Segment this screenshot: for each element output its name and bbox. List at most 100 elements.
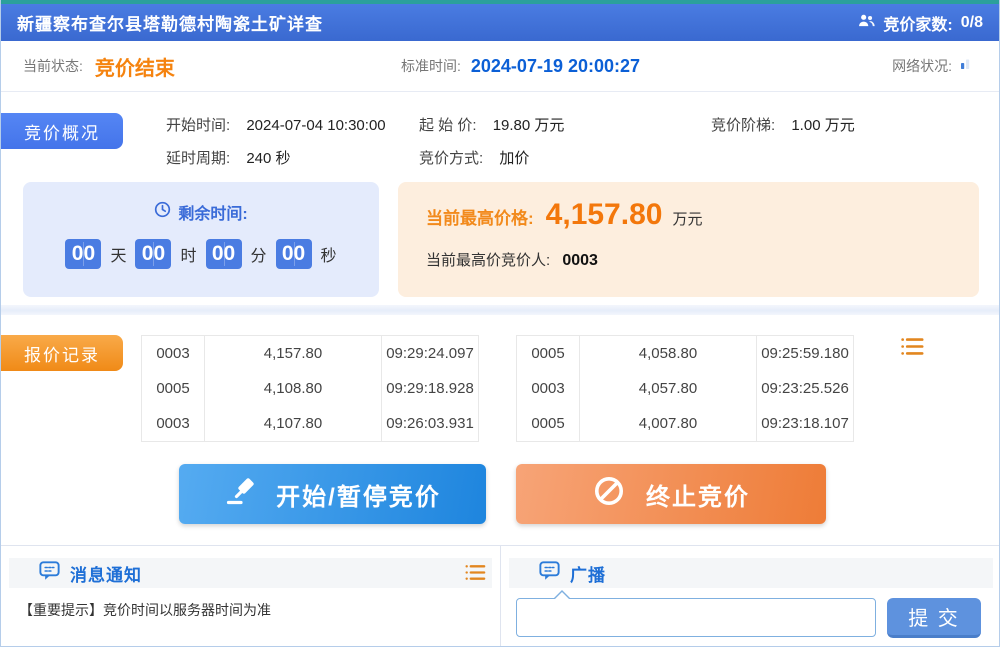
bid-cell: 09:26:03.931 (382, 406, 478, 441)
bid-cell: 09:25:59.180 (757, 336, 853, 371)
message-notice-title: 消息通知 (70, 561, 142, 586)
standard-time: 标准时间: 2024-07-19 20:00:27 (401, 41, 640, 91)
tab-bid-records: 报价记录 (1, 335, 123, 371)
bid-cell: 4,108.80 (205, 371, 382, 406)
broadcast-input-wrapper (516, 598, 876, 637)
message-notice-panel: 消息通知 【重要提示】竞价时间以服务器时间为准 (1, 546, 501, 647)
countdown-days-unit: 天 (110, 242, 126, 266)
broadcast-header: 广播 (509, 558, 993, 588)
bid-cell: 09:23:25.526 (757, 371, 853, 406)
bid-cell: 0003 (142, 406, 205, 441)
bid-records-section: 报价记录 0003 4,157.80 09:29:24.097 0005 4,1… (1, 315, 999, 545)
bid-cell: 09:23:18.107 (757, 406, 853, 441)
highest-price-unit: 万元 (672, 208, 702, 229)
countdown-minutes: 00 (206, 239, 242, 269)
field-bid-mode: 竞价方式: 加价 (419, 147, 529, 168)
message-notice-list-button[interactable] (465, 564, 486, 581)
countdown-days: 00 (65, 239, 101, 269)
highest-bidder-line: 当前最高价竞价人: 0003 (426, 249, 979, 270)
bid-cell: 4,007.80 (580, 406, 757, 441)
bidder-count: 竞价家数: 0/8 (858, 11, 983, 35)
field-bid-increment-label: 竞价阶梯: (711, 117, 775, 134)
start-pause-bid-button[interactable]: 开始/暂停竞价 (179, 464, 486, 524)
standard-time-value: 2024-07-19 20:00:27 (471, 56, 640, 77)
bid-cell: 0005 (517, 406, 580, 441)
title-bar: 新疆察布查尔县塔勒德村陶瓷土矿详查 竞价家数: 0/8 (1, 4, 999, 41)
standard-time-label: 标准时间: (401, 56, 461, 76)
start-pause-bid-label: 开始/暂停竞价 (276, 477, 441, 512)
broadcast-panel: 广播 提 交 (501, 546, 1000, 647)
field-start-time: 开始时间: 2024-07-04 10:30:00 (166, 114, 386, 135)
countdown-minutes-unit: 分 (251, 242, 267, 266)
auction-overview-section: 竞价概况 开始时间: 2024-07-04 10:30:00 起 始 价: 19… (1, 92, 999, 305)
bid-table-left: 0003 4,157.80 09:29:24.097 0005 4,108.80… (141, 335, 479, 442)
bottom-section: 消息通知 【重要提示】竞价时间以服务器时间为准 (1, 545, 999, 647)
countdown-hours: 00 (135, 239, 171, 269)
broadcast-title: 广播 (570, 561, 606, 586)
bid-cell: 0005 (517, 336, 580, 371)
bid-cell: 09:29:18.928 (382, 371, 478, 406)
field-bid-mode-label: 竞价方式: (419, 150, 483, 167)
bid-cell: 0003 (142, 336, 205, 371)
current-status: 当前状态: 竞价结束 (23, 41, 175, 91)
terminate-bid-label: 终止竞价 (646, 477, 750, 512)
countdown-seconds: 00 (276, 239, 312, 269)
gavel-icon (224, 475, 256, 514)
network-status: 网络状况: (892, 41, 971, 91)
section-divider (1, 305, 999, 315)
bid-records-list-button[interactable] (901, 337, 924, 356)
notice-message: 【重要提示】竞价时间以服务器时间为准 (19, 600, 271, 620)
clock-icon (154, 201, 171, 223)
current-status-value: 竞价结束 (95, 52, 175, 81)
chat-bubble-icon (539, 561, 560, 586)
bid-cell: 0005 (142, 371, 205, 406)
field-delay-period-label: 延时周期: (166, 150, 230, 167)
bid-cell: 09:29:24.097 (382, 336, 478, 371)
people-icon (858, 13, 875, 33)
field-start-price: 起 始 价: 19.80 万元 (419, 114, 564, 135)
highest-bidder-value: 0003 (562, 252, 598, 269)
highest-price-value: 4,157.80 (546, 198, 663, 232)
bid-cell: 0003 (517, 371, 580, 406)
terminate-bid-button[interactable]: 终止竞价 (516, 464, 826, 524)
tab-auction-overview: 竞价概况 (1, 113, 123, 149)
countdown-label: 剩余时间: (178, 200, 247, 224)
list-icon (901, 344, 924, 359)
chat-bubble-icon (39, 561, 60, 586)
field-start-time-label: 开始时间: (166, 117, 230, 134)
highest-price-line: 当前最高价格: 4,157.80 万元 (426, 198, 979, 232)
highest-price-panel: 当前最高价格: 4,157.80 万元 当前最高价竞价人: 0003 (398, 182, 979, 297)
bidder-count-value: 0/8 (961, 14, 983, 32)
broadcast-submit-button[interactable]: 提 交 (887, 598, 981, 638)
bid-cell: 4,157.80 (205, 336, 382, 371)
field-bid-mode-value: 加价 (499, 150, 529, 167)
page-title: 新疆察布查尔县塔勒德村陶瓷土矿详查 (17, 10, 323, 35)
field-start-price-value: 19.80 万元 (493, 117, 565, 134)
bid-cell: 4,058.80 (580, 336, 757, 371)
broadcast-input[interactable] (517, 599, 875, 636)
auction-window: 新疆察布查尔县塔勒德村陶瓷土矿详查 竞价家数: 0/8 当前状态: 竞价结束 标… (0, 0, 1000, 647)
network-status-label: 网络状况: (892, 56, 952, 76)
bidder-count-label: 竞价家数: (883, 11, 952, 35)
status-bar: 当前状态: 竞价结束 标准时间: 2024-07-19 20:00:27 网络状… (1, 41, 999, 92)
highest-price-label: 当前最高价格: (426, 204, 534, 229)
countdown-hours-unit: 时 (180, 242, 196, 266)
network-signal-icon (960, 57, 971, 75)
field-delay-period-value: 240 秒 (246, 150, 290, 167)
list-icon (465, 569, 486, 584)
message-notice-header: 消息通知 (9, 558, 492, 588)
countdown-seconds-unit: 秒 (321, 242, 337, 266)
countdown-panel: 剩余时间: 00 天 00 时 00 分 00 秒 (23, 182, 379, 297)
field-delay-period: 延时周期: 240 秒 (166, 147, 291, 168)
countdown-digits: 00 天 00 时 00 分 00 秒 (23, 239, 379, 269)
highest-bidder-label: 当前最高价竞价人: (426, 252, 550, 269)
current-status-label: 当前状态: (23, 56, 83, 76)
bid-cell: 4,107.80 (205, 406, 382, 441)
field-bid-increment-value: 1.00 万元 (791, 117, 854, 134)
bid-cell: 4,057.80 (580, 371, 757, 406)
bid-table-right: 0005 4,058.80 09:25:59.180 0003 4,057.80… (516, 335, 854, 442)
field-start-price-label: 起 始 价: (419, 117, 477, 134)
field-bid-increment: 竞价阶梯: 1.00 万元 (711, 114, 855, 135)
countdown-title: 剩余时间: (23, 200, 379, 224)
field-start-time-value: 2024-07-04 10:30:00 (246, 117, 385, 134)
